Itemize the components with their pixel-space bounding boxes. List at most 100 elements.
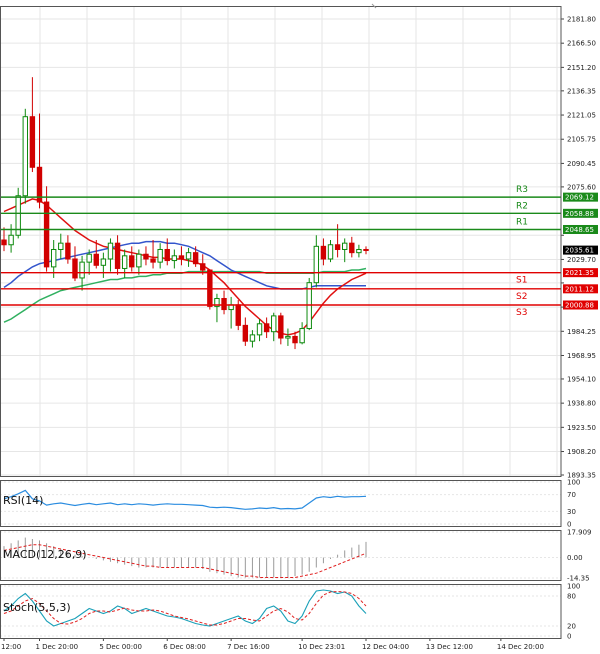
level-tag-s1: 2021.35 <box>565 269 594 277</box>
time-tick-label: 6 Dec 08:00 <box>163 643 206 651</box>
time-tick-label: 12 Dec 04:00 <box>362 643 409 651</box>
price-tick-label: 1908.20 <box>567 448 596 456</box>
candle-body <box>278 315 284 339</box>
candle <box>8 224 14 253</box>
level-tag-r3: 2069.12 <box>565 194 594 202</box>
candle-body <box>334 244 341 250</box>
candle <box>263 317 270 339</box>
candle-body <box>43 201 50 268</box>
candle-body <box>285 335 291 339</box>
level-label-r3: R3 <box>516 185 528 195</box>
candle <box>107 238 114 272</box>
candle-body <box>256 323 263 336</box>
candle <box>363 246 369 255</box>
candle-body <box>129 255 135 268</box>
time-axis: 12:00 1 Dec 20:00 5 Dec 00:00 6 Dec 08:00 7 … <box>1 638 544 651</box>
candle-body <box>242 324 249 342</box>
candle-body <box>121 255 128 269</box>
price-tick-label: 2014.85 <box>567 279 596 287</box>
macd-panel: 17.909 0.00 -14.35 MACD(12,26,9) <box>0 529 592 583</box>
time-tick-label: 13 Dec 12:00 <box>426 643 473 651</box>
panel-frame <box>0 6 562 477</box>
candle <box>178 246 185 266</box>
sub-tick-label: 0.00 <box>567 554 583 562</box>
price-tick-label: 1968.95 <box>567 352 596 360</box>
candle-body <box>29 116 36 168</box>
candle-body <box>235 304 241 326</box>
sub-tick-label: 20 <box>567 623 576 631</box>
rsi-line <box>3 489 367 510</box>
candle <box>150 240 156 269</box>
level-tag-r2: 2058.88 <box>565 210 594 218</box>
sub-tick-label: 80 <box>567 593 576 601</box>
candle-body <box>86 253 92 263</box>
candle-body <box>185 252 192 260</box>
sub-tick-label: 100 <box>567 479 580 487</box>
candle-body <box>143 253 149 260</box>
candle-body <box>178 255 185 260</box>
sub-tick-label: 0 <box>567 521 571 529</box>
candle-body <box>136 253 142 268</box>
candle-body <box>299 328 305 344</box>
candle-body <box>349 242 355 254</box>
candle-body <box>263 323 270 333</box>
candle-body <box>327 244 334 260</box>
candle-body <box>58 242 64 250</box>
candle-body <box>356 248 362 254</box>
candle <box>100 252 107 278</box>
candle <box>242 317 249 346</box>
price-tick-label: 2151.20 <box>567 64 596 72</box>
candle <box>58 233 64 259</box>
candle <box>327 240 334 263</box>
level-label-s1: S1 <box>516 276 527 286</box>
price-tick-label: 1938.80 <box>567 400 596 408</box>
candle <box>121 249 128 278</box>
macd-label: MACD(12,26,9) <box>3 548 87 561</box>
time-tick-label: 14 Dec 20:00 <box>497 643 544 651</box>
sub-tick-label: 17.909 <box>567 529 592 537</box>
price-tick-label: 2121.05 <box>567 112 596 120</box>
level-label-r2: R2 <box>516 201 528 211</box>
candle <box>171 249 178 269</box>
pivot-levels: R32069.12R22058.88R12048.65S12021.35S220… <box>0 185 598 318</box>
price-tick-label: 2090.45 <box>567 160 596 168</box>
sub-tick-label: -14.35 <box>567 575 590 583</box>
candle <box>228 296 234 329</box>
candle-body <box>363 248 369 251</box>
sub-tick-label: 100 <box>567 583 580 591</box>
sub-tick-label: 70 <box>567 491 576 499</box>
price-tick-label: 2045.00 <box>567 232 596 240</box>
sub-tick-label: 30 <box>567 508 576 516</box>
chart-canvas[interactable]: R32069.12R22058.88R12048.65S12021.35S220… <box>0 0 600 654</box>
candle-body <box>79 261 85 279</box>
price-tick-label: 2075.60 <box>567 183 596 191</box>
main-grid <box>0 6 561 476</box>
candle <box>299 322 305 345</box>
candle <box>256 319 263 342</box>
time-tick-label: 12:00 <box>1 643 21 651</box>
candle <box>36 113 43 209</box>
candle <box>157 243 163 269</box>
candle-body <box>342 242 348 250</box>
current-price-tag: 2035.61 <box>565 247 594 255</box>
candle <box>278 312 284 345</box>
stoch-label: Stoch(5,5,3) <box>3 601 71 614</box>
price-tick-label: 2181.80 <box>567 16 596 24</box>
candle <box>349 236 355 258</box>
candle-body <box>171 255 178 262</box>
price-tick-label: 2136.35 <box>567 87 596 95</box>
candle-body <box>320 245 327 260</box>
candle <box>129 246 135 272</box>
price-tick-label: 2029.70 <box>567 256 596 264</box>
candle-body <box>157 248 163 263</box>
time-tick-label: 10 Dec 23:01 <box>298 643 345 651</box>
time-tick-label: 7 Dec 16:00 <box>227 643 270 651</box>
candle <box>306 277 312 331</box>
candle-body <box>200 263 206 271</box>
candle-body <box>292 335 298 344</box>
price-tick-label: 2105.75 <box>567 136 596 144</box>
candle <box>185 247 192 267</box>
candle <box>249 330 256 348</box>
candle-body <box>22 116 28 197</box>
level-label-r1: R1 <box>516 217 528 227</box>
